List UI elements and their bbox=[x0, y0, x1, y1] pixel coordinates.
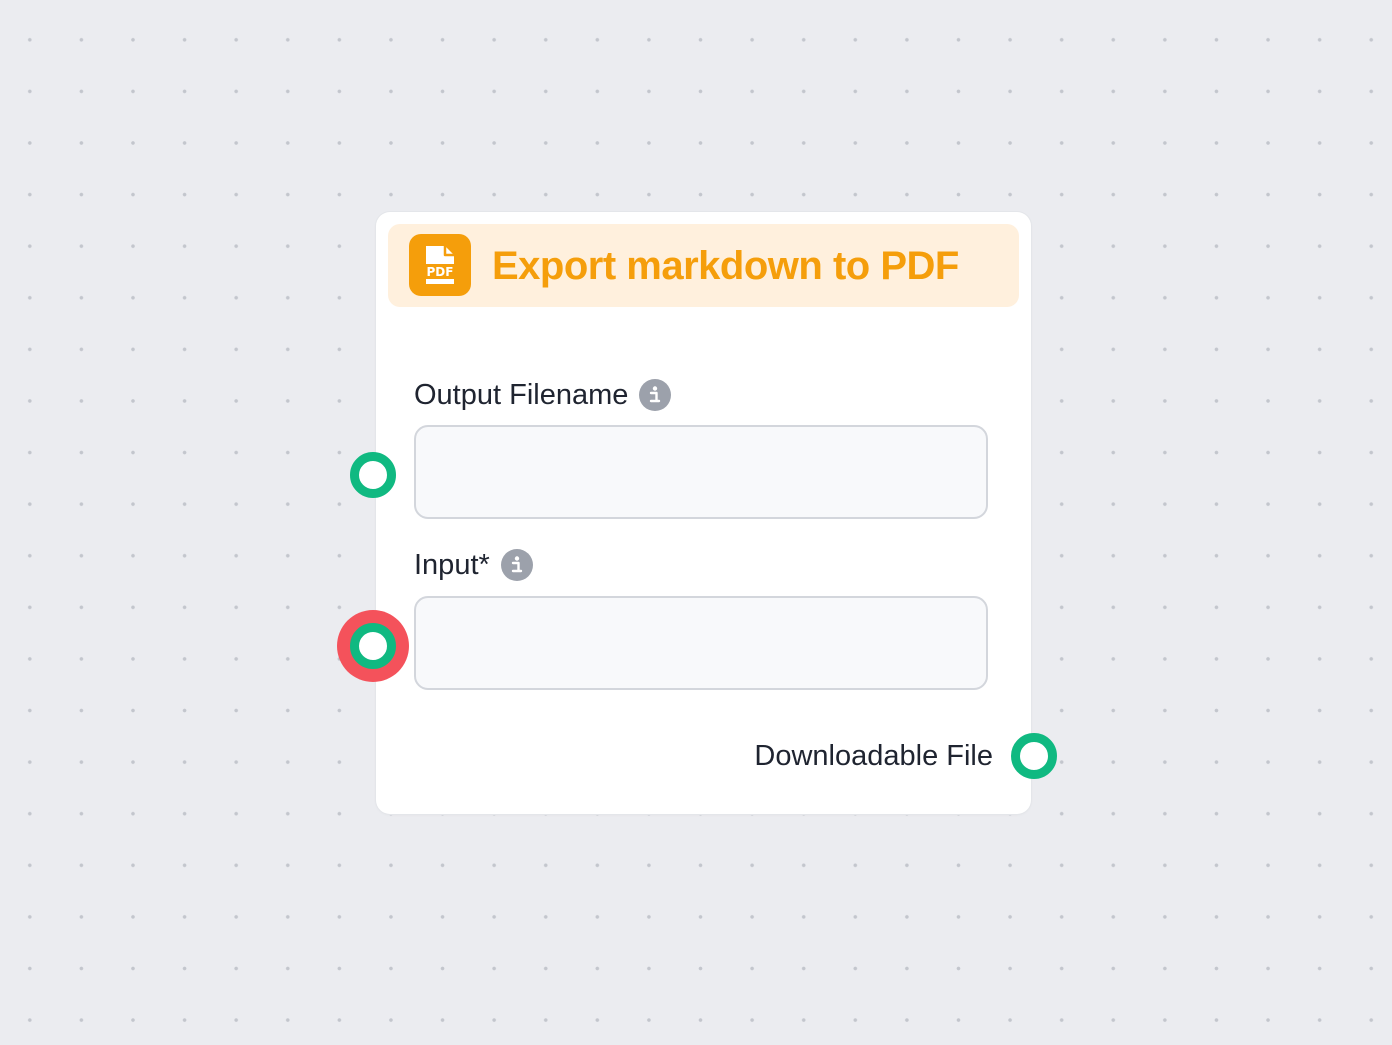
downloadable-file-output-handle[interactable] bbox=[1011, 733, 1057, 779]
input-label-text: Input* bbox=[414, 549, 490, 581]
svg-text:PDF: PDF bbox=[427, 265, 454, 279]
output-label: Downloadable File bbox=[754, 740, 993, 772]
output-filename-input-handle[interactable] bbox=[350, 452, 396, 498]
node-header[interactable]: PDF Export markdown to PDF bbox=[388, 224, 1019, 307]
output-filename-input[interactable] bbox=[414, 425, 988, 519]
input-handle-error[interactable] bbox=[350, 623, 396, 669]
output-filename-label-text: Output Filename bbox=[414, 379, 629, 411]
output-filename-label: Output Filename bbox=[414, 378, 672, 412]
info-icon[interactable] bbox=[500, 549, 533, 581]
node-title: Export markdown to PDF bbox=[492, 244, 959, 288]
pdf-file-icon: PDF bbox=[409, 234, 471, 296]
info-icon[interactable] bbox=[639, 379, 672, 411]
input-label: Input* bbox=[414, 548, 533, 582]
input-field[interactable] bbox=[414, 596, 988, 690]
export-markdown-to-pdf-node[interactable]: PDF Export markdown to PDF Output Filena… bbox=[376, 212, 1031, 814]
